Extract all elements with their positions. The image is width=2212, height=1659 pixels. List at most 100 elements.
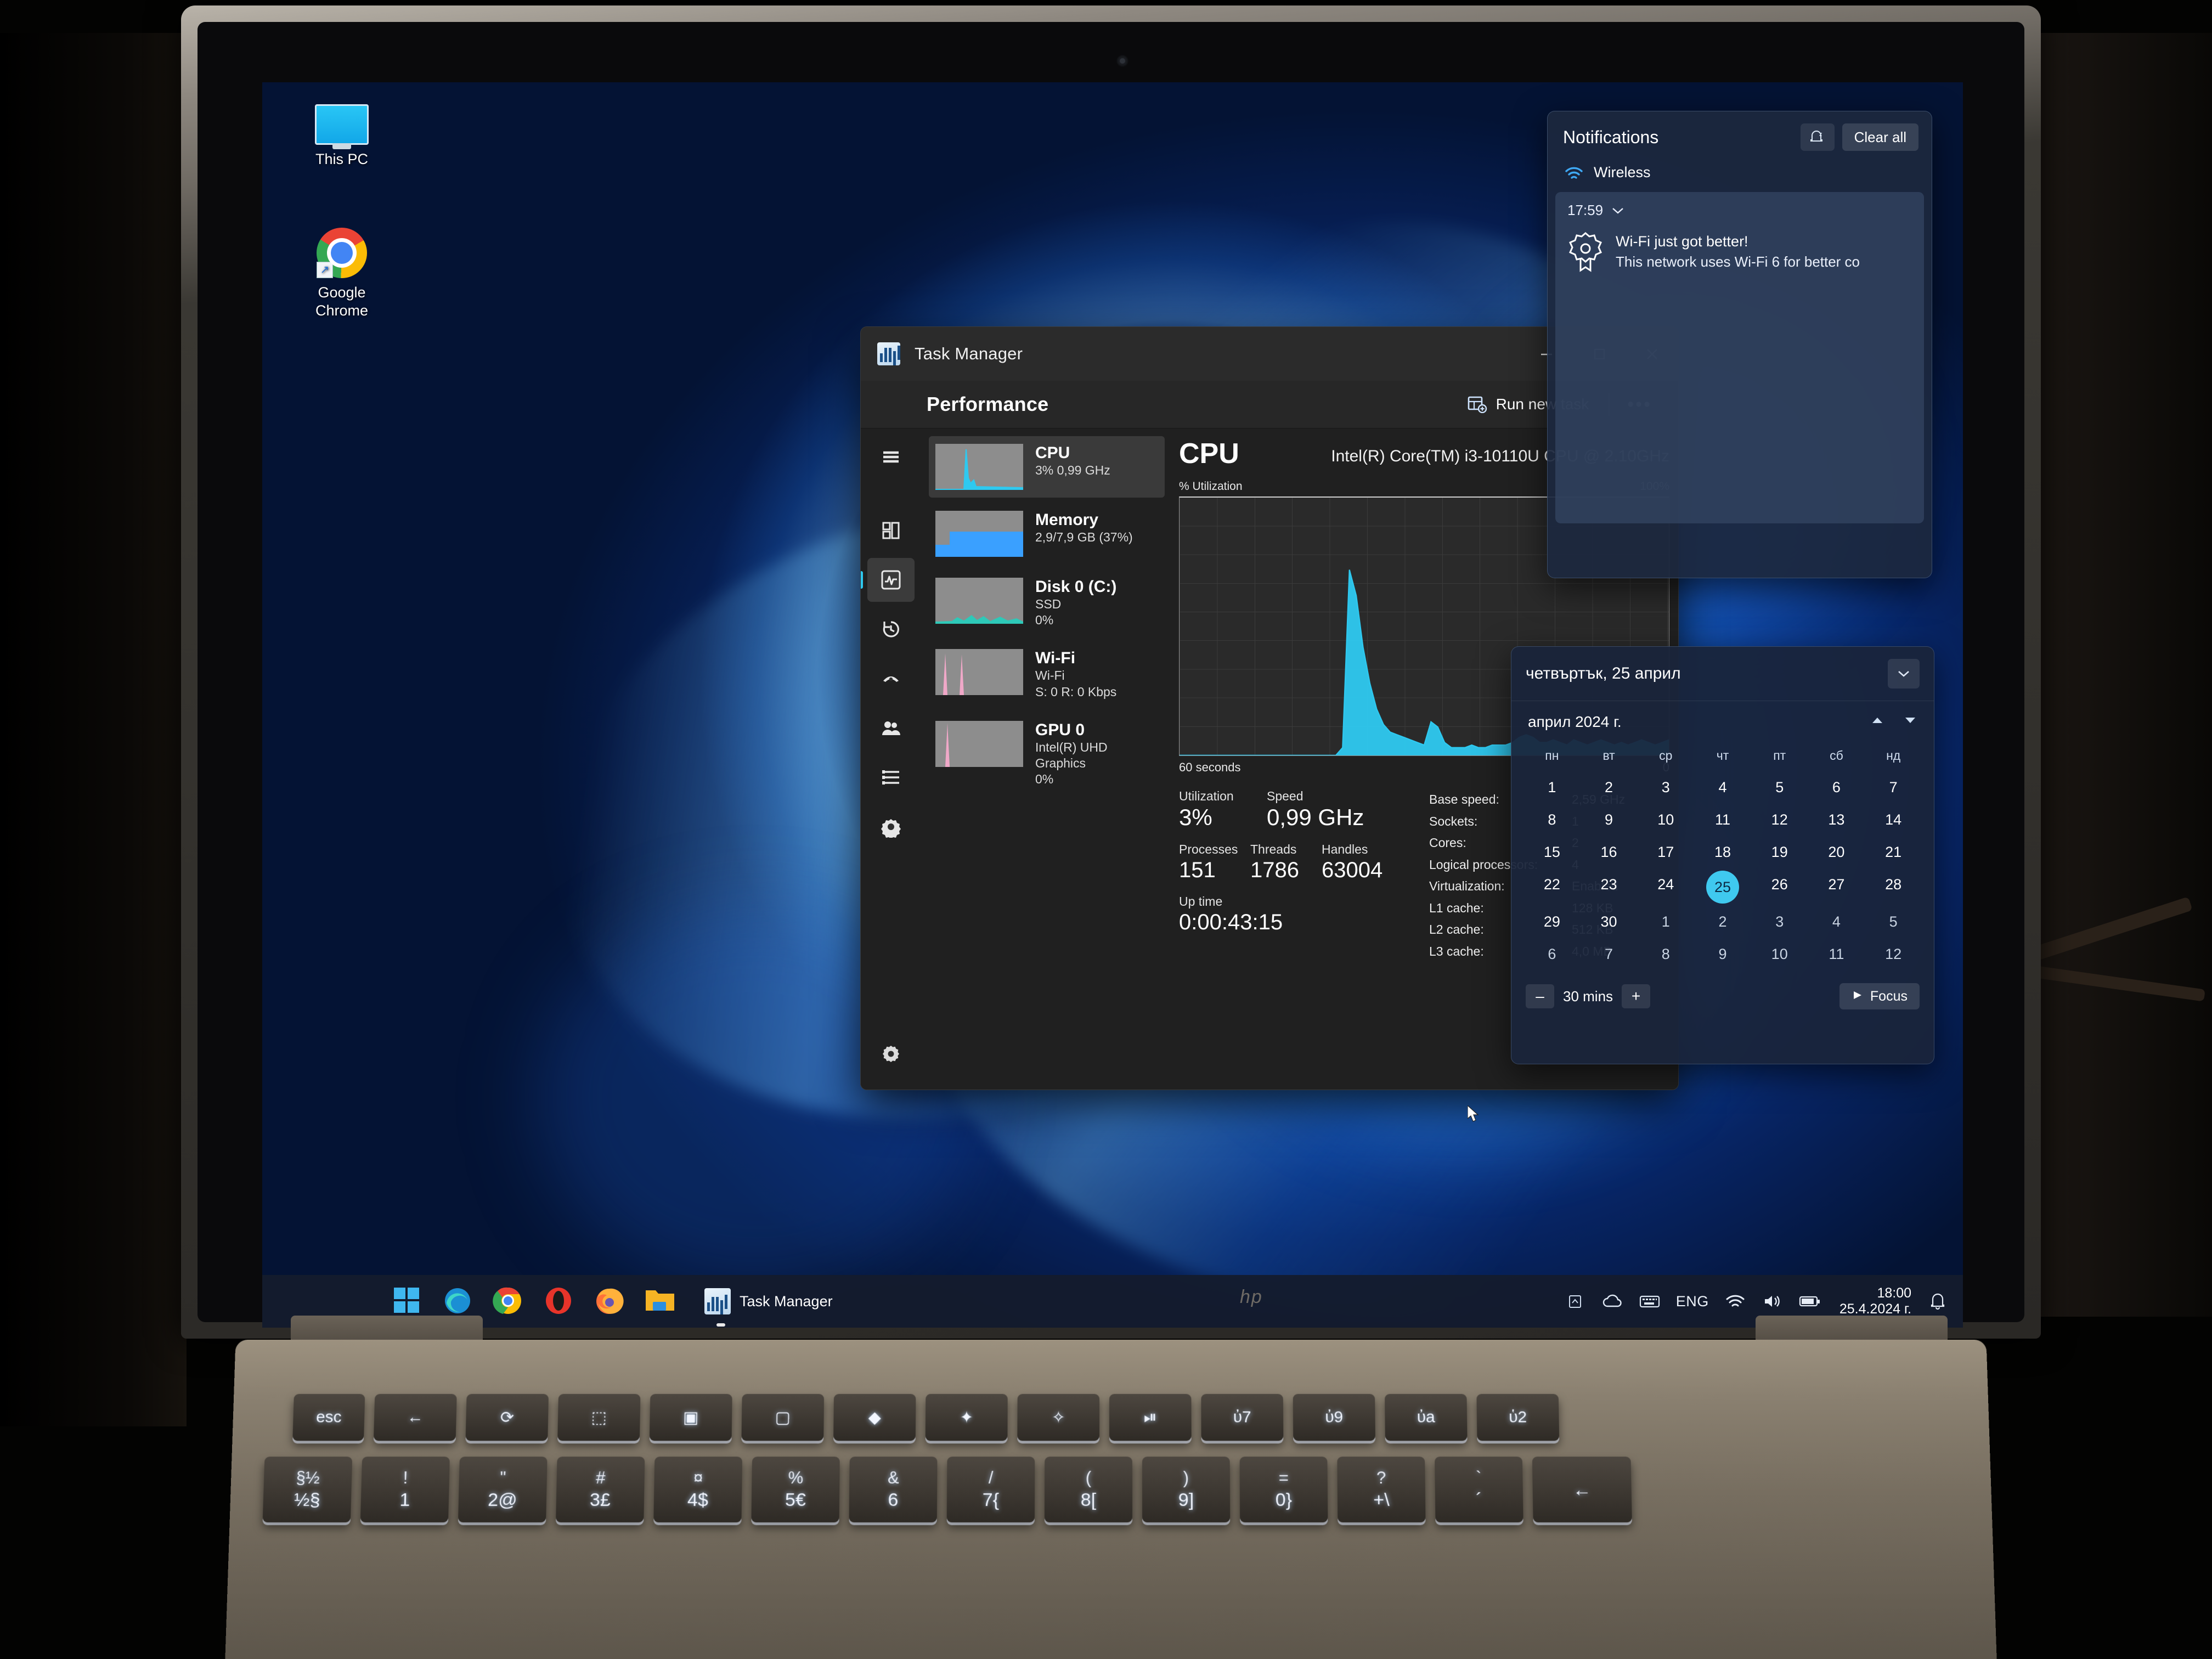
key-num-11[interactable]: ? +\	[1337, 1457, 1426, 1523]
key-num-6[interactable]: & 6	[849, 1457, 938, 1523]
key-fn-9[interactable]: ⏯	[1109, 1393, 1192, 1441]
calendar-day[interactable]: 28	[1865, 870, 1922, 904]
resource-card-cpu[interactable]: CPU 3% 0,99 GHz	[929, 436, 1165, 498]
resource-card-memory[interactable]: Memory 2,9/7,9 GB (37%)	[929, 503, 1165, 565]
key-num-2[interactable]: " 2@	[458, 1457, 548, 1523]
calendar-day[interactable]: 29	[1523, 907, 1581, 936]
chevron-down-icon[interactable]	[1611, 202, 1625, 219]
calendar-day[interactable]: 5	[1751, 773, 1808, 802]
key-num-8[interactable]: (8[	[1044, 1457, 1133, 1523]
calendar-day[interactable]: 9	[1581, 805, 1638, 834]
key-num-10[interactable]: = 0}	[1239, 1457, 1328, 1523]
taskbar[interactable]: Task Manager ENG 18:00 25.4.2024 г.	[262, 1275, 1963, 1328]
focus-decrease-button[interactable]: –	[1526, 984, 1554, 1008]
desktop-icon-google-chrome[interactable]: ↗ Google Chrome	[295, 228, 388, 320]
wifi-icon[interactable]	[1724, 1290, 1746, 1312]
notification-center[interactable]: Notifications z Clear all Wireless 17:59…	[1547, 111, 1932, 578]
calendar-day[interactable]: 8	[1523, 805, 1581, 834]
opera-icon[interactable]	[543, 1285, 575, 1317]
focus-session-button[interactable]: Focus	[1839, 983, 1920, 1009]
calendar-day[interactable]: 3	[1637, 773, 1694, 802]
calendar-day[interactable]: 14	[1865, 805, 1922, 834]
clear-all-button[interactable]: Clear all	[1842, 123, 1918, 151]
calendar-day[interactable]: 26	[1751, 870, 1808, 904]
do-not-disturb-icon[interactable]: z	[1800, 123, 1835, 151]
calendar-month-label[interactable]: април 2024 г.	[1528, 713, 1622, 731]
key-fn-0[interactable]: esc	[292, 1393, 365, 1441]
sidebar-item-processes[interactable]	[867, 509, 915, 552]
calendar-day[interactable]: 8	[1637, 940, 1694, 969]
calendar-day[interactable]: 23	[1581, 870, 1638, 904]
calendar-day[interactable]: 7	[1581, 940, 1638, 969]
key-fn-1[interactable]: ←	[373, 1393, 457, 1441]
battery-icon[interactable]	[1799, 1290, 1821, 1312]
language-indicator[interactable]: ENG	[1676, 1293, 1709, 1310]
calendar-day[interactable]: 20	[1808, 838, 1865, 867]
calendar-day[interactable]: 2	[1581, 773, 1638, 802]
calendar-day[interactable]: 19	[1751, 838, 1808, 867]
calendar-day[interactable]: 9	[1694, 940, 1751, 969]
key-fn-6[interactable]: ◆	[833, 1393, 916, 1441]
sidebar-item-settings[interactable]	[867, 1031, 915, 1075]
key-fn-11[interactable]: ὐ9	[1293, 1393, 1375, 1441]
folder-icon[interactable]	[644, 1285, 676, 1317]
calendar-flyout[interactable]: четвъртък, 25 април април 2024 г. пн вт …	[1511, 646, 1934, 1064]
calendar-day-today[interactable]: 25	[1694, 870, 1751, 904]
notification-group-header[interactable]: Wireless	[1548, 156, 1932, 192]
sidebar-item-app-history[interactable]	[867, 607, 915, 651]
number-key-row[interactable]: §½ ½§! 1 " 2@ #3£ ¤ 4$% 5€ & 6/7{(8[) 9] = 0}? +\ ` ´ ←	[262, 1457, 1632, 1523]
notification-item[interactable]: 17:59 Wi-Fi just got better! This networ…	[1555, 192, 1924, 523]
calendar-collapse-button[interactable]	[1888, 659, 1920, 689]
key-num-9[interactable]: ) 9]	[1142, 1457, 1231, 1523]
calendar-day[interactable]: 24	[1637, 870, 1694, 904]
key-fn-10[interactable]: ὐ7	[1201, 1393, 1284, 1441]
edge-icon[interactable]	[442, 1285, 474, 1317]
caret-up-icon[interactable]	[1870, 715, 1884, 729]
key-num-3[interactable]: #3£	[556, 1457, 645, 1523]
calendar-day[interactable]: 12	[1751, 805, 1808, 834]
cloud-icon[interactable]	[1601, 1290, 1623, 1312]
key-num-0[interactable]: §½ ½§	[262, 1457, 353, 1523]
calendar-day[interactable]: 10	[1637, 805, 1694, 834]
focus-increase-button[interactable]: +	[1622, 984, 1651, 1008]
key-fn-5[interactable]: ▢	[741, 1393, 825, 1441]
calendar-day[interactable]: 13	[1808, 805, 1865, 834]
sidebar-item-startup-apps[interactable]	[867, 657, 915, 701]
calendar-day[interactable]: 27	[1808, 870, 1865, 904]
calendar-day[interactable]: 30	[1581, 907, 1638, 936]
calendar-day[interactable]: 7	[1865, 773, 1922, 802]
key-num-12[interactable]: ` ´	[1435, 1457, 1523, 1523]
key-fn-8[interactable]: ✧	[1017, 1393, 1100, 1441]
speaker-icon[interactable]	[1762, 1290, 1784, 1312]
hamburger-menu-button[interactable]	[867, 435, 915, 479]
calendar-day[interactable]: 4	[1694, 773, 1751, 802]
calendar-day[interactable]: 11	[1808, 940, 1865, 969]
calendar-day[interactable]: 1	[1637, 907, 1694, 936]
sidebar-item-services[interactable]	[867, 805, 915, 849]
calendar-day[interactable]: 12	[1865, 940, 1922, 969]
calendar-day[interactable]: 10	[1751, 940, 1808, 969]
key-num-7[interactable]: /7{	[946, 1457, 1035, 1523]
resource-card-gpu0[interactable]: GPU 0 Intel(R) UHD Graphics 0%	[929, 713, 1165, 795]
taskbar-item-task-manager[interactable]: Task Manager	[704, 1288, 833, 1327]
key-num-4[interactable]: ¤ 4$	[653, 1457, 743, 1523]
calendar-day[interactable]: 6	[1523, 940, 1581, 969]
keyboard-icon[interactable]	[1639, 1290, 1661, 1312]
key-fn-3[interactable]: ⬚	[557, 1393, 641, 1441]
calendar-day[interactable]: 5	[1865, 907, 1922, 936]
desktop-icon-this-pc[interactable]: This PC	[295, 104, 388, 168]
start-button[interactable]	[392, 1285, 424, 1317]
key-fn-4[interactable]: ▣	[649, 1393, 732, 1441]
chevron-up-icon[interactable]	[1564, 1290, 1586, 1312]
firefox-icon[interactable]	[594, 1285, 625, 1317]
sidebar-item-users[interactable]	[867, 706, 915, 750]
key-num-13[interactable]: ←	[1532, 1457, 1632, 1523]
calendar-grid[interactable]: пн вт ср чт пт сб нд 1 2 3 4 5 6 7 8 9 10 11 12 13 14 15 16 17 1…	[1511, 734, 1934, 969]
key-fn-7[interactable]: ✦	[925, 1393, 1008, 1441]
taskbar-clock[interactable]: 18:00 25.4.2024 г.	[1839, 1285, 1911, 1318]
calendar-day[interactable]: 22	[1523, 870, 1581, 904]
calendar-day[interactable]: 3	[1751, 907, 1808, 936]
calendar-day[interactable]: 15	[1523, 838, 1581, 867]
sidebar-item-performance[interactable]	[861, 558, 915, 602]
system-tray[interactable]: ENG 18:00 25.4.2024 г.	[1564, 1285, 1949, 1318]
